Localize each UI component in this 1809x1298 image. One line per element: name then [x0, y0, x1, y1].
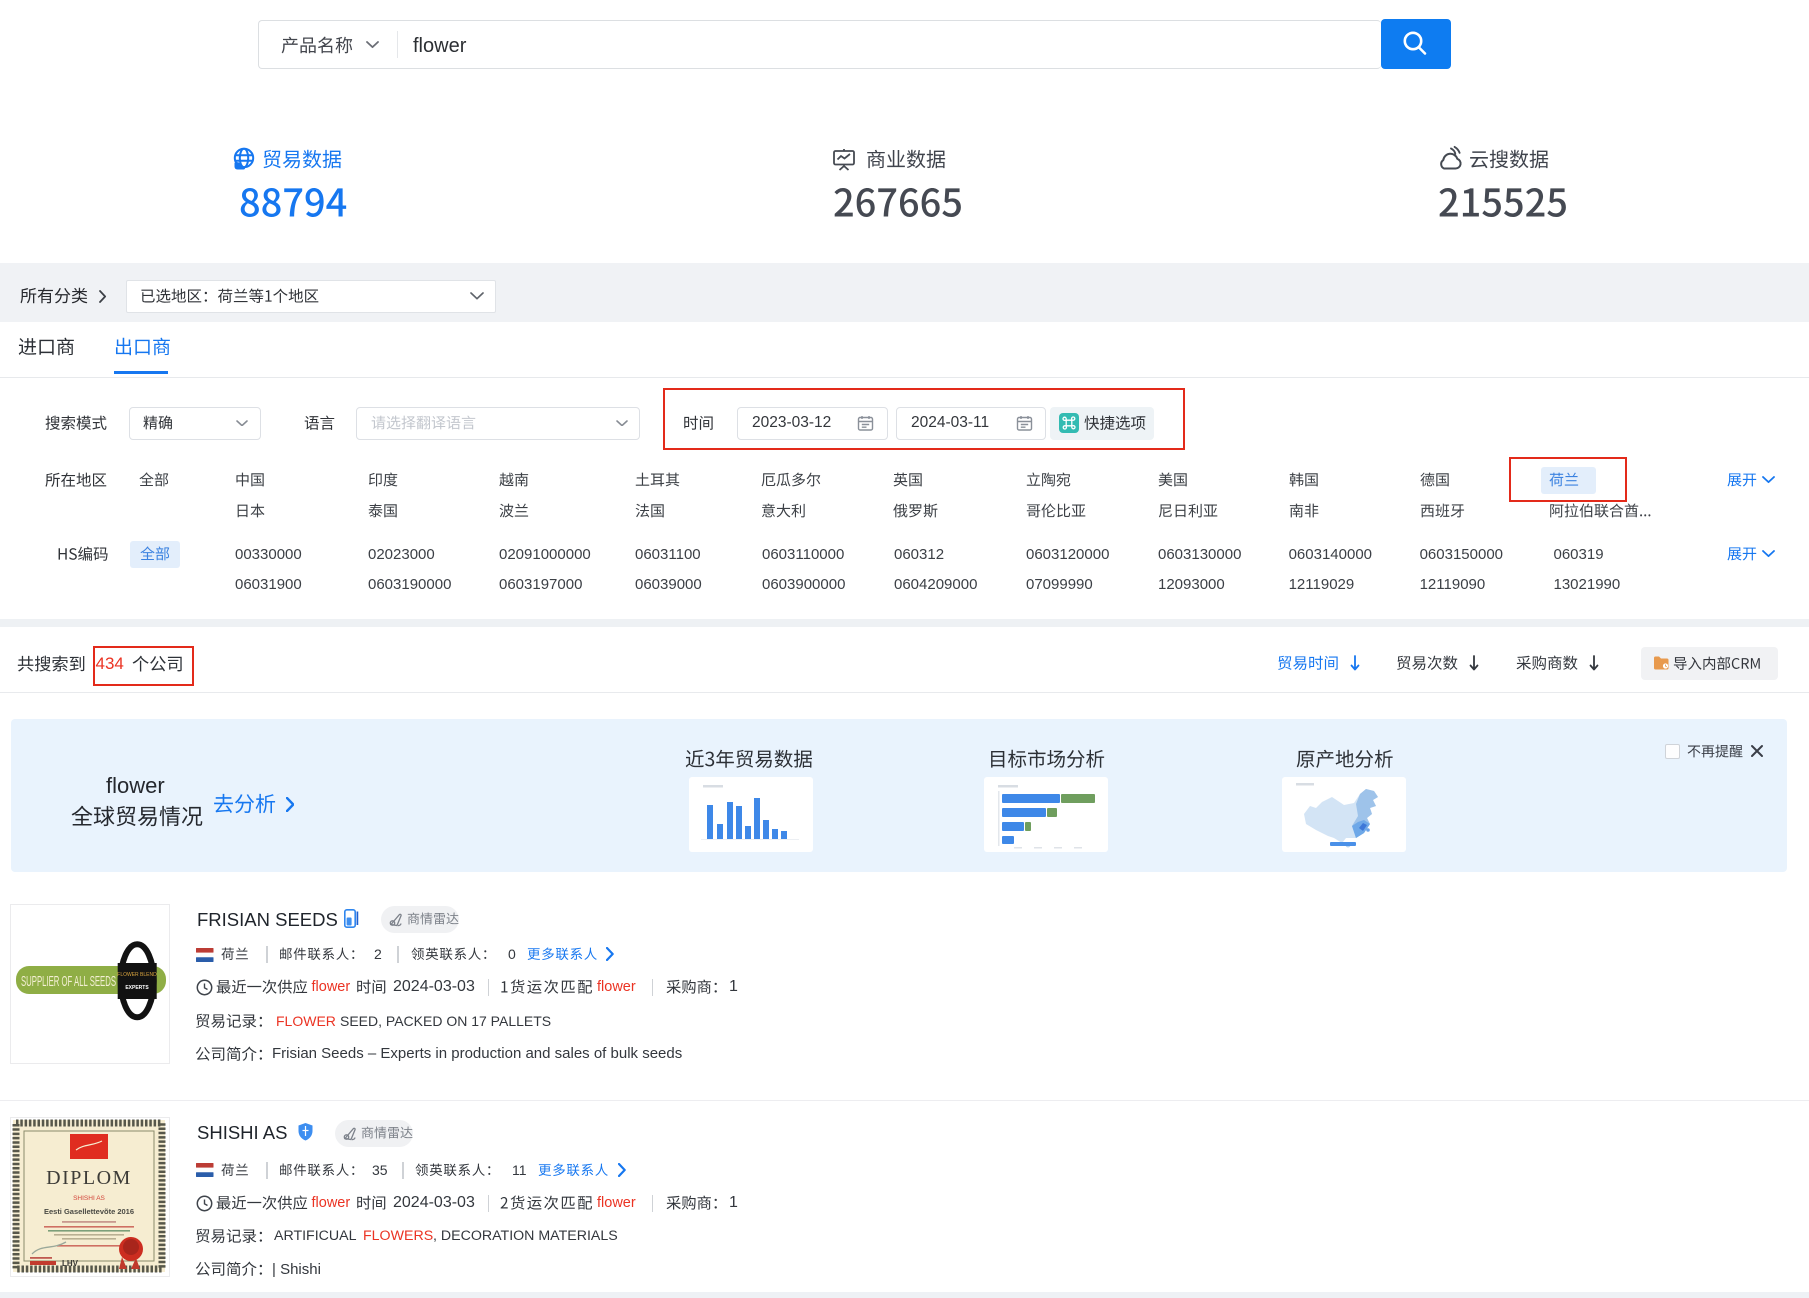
svg-text:DIPLOM: DIPLOM [46, 1167, 132, 1189]
svg-text:EXPERTS: EXPERTS [125, 985, 149, 991]
svg-text:SHISHI AS: SHISHI AS [73, 1195, 105, 1202]
svg-text:FLOWER BLEND: FLOWER BLEND [117, 972, 157, 978]
svg-text:LHV: LHV [62, 1259, 79, 1268]
svg-text:SUPPLIER OF ALL SEEDS: SUPPLIER OF ALL SEEDS [21, 974, 116, 990]
svg-text:Eesti Gasellettevõte 2016: Eesti Gasellettevõte 2016 [44, 1207, 134, 1216]
